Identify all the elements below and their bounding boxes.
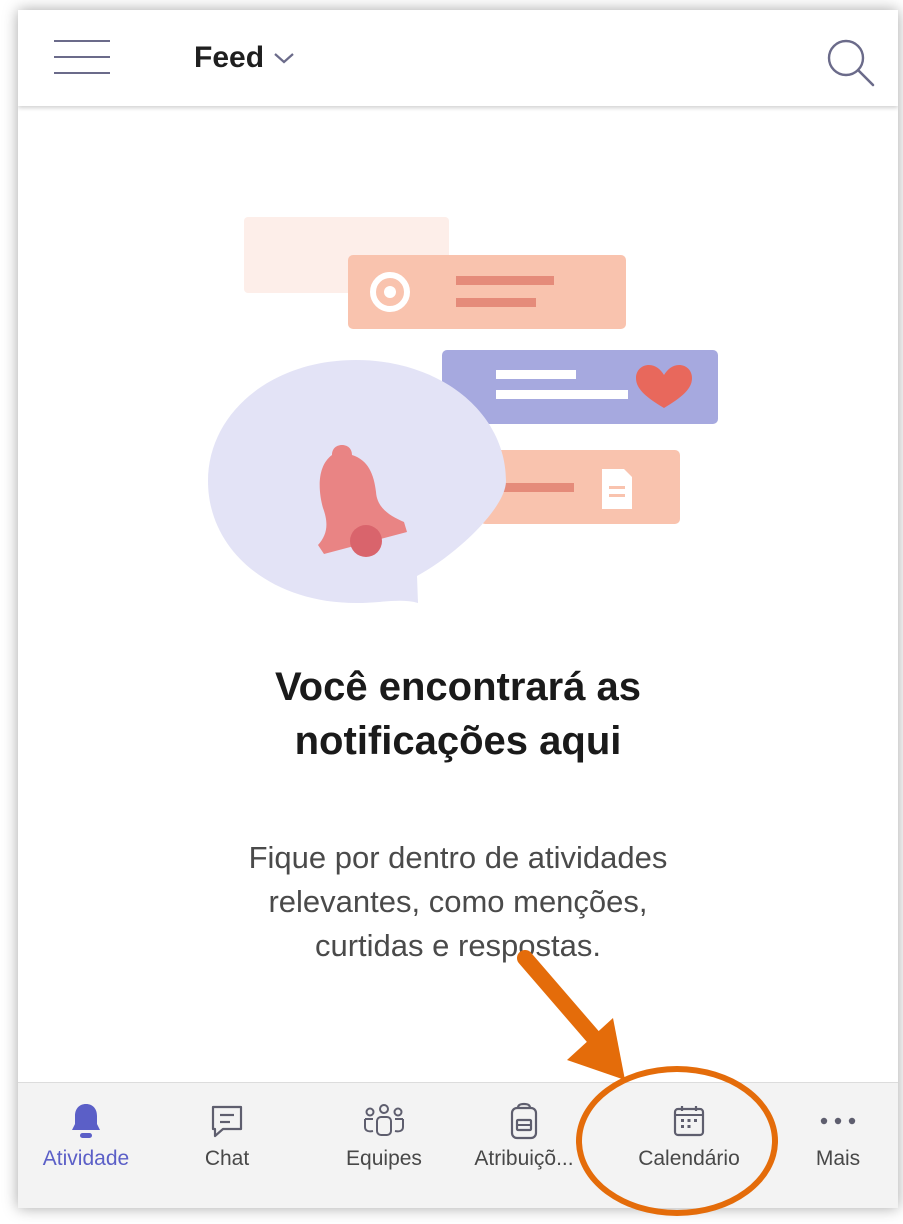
tab-mais[interactable]: Mais (788, 1083, 888, 1208)
empty-state-description: Fique por dentro de atividades relevante… (248, 840, 668, 963)
notifications-illustration (208, 217, 718, 603)
calendar-icon (673, 1106, 705, 1137)
tab-label: Chat (204, 1147, 250, 1170)
tab-calendario[interactable]: Calendário (614, 1083, 764, 1208)
chevron-down-icon (274, 53, 294, 64)
search-icon[interactable] (822, 34, 878, 90)
bottom-navigation-bar: Atividade Chat Equipes Atribuiçõ... Cale… (18, 1082, 898, 1208)
chat-icon (211, 1105, 243, 1138)
tab-equipes[interactable]: Equipes (314, 1083, 454, 1208)
tab-atribuicoes[interactable]: Atribuiçõ... (456, 1083, 592, 1208)
hamburger-menu-icon[interactable] (54, 38, 114, 78)
tab-label: Atividade (42, 1147, 130, 1170)
page-title: Feed (194, 41, 265, 74)
tab-atividade[interactable]: Atividade (22, 1083, 150, 1208)
feed-filter-dropdown[interactable]: Feed (194, 38, 296, 78)
bell-icon (72, 1104, 100, 1138)
more-icon (820, 1117, 856, 1125)
app-window: Feed Você encontrará as notificações aqu… (18, 10, 898, 1208)
assignments-icon (510, 1102, 538, 1140)
tab-label: Atribuiçõ... (474, 1147, 574, 1170)
teams-icon (364, 1104, 404, 1136)
tab-label: Equipes (346, 1147, 422, 1170)
top-app-bar: Feed (18, 10, 898, 106)
tab-label: Calendário (638, 1147, 740, 1170)
tab-label: Mais (815, 1147, 861, 1170)
empty-state-heading: Você encontrará as notificações aqui (274, 665, 642, 763)
tab-chat[interactable]: Chat (168, 1083, 286, 1208)
